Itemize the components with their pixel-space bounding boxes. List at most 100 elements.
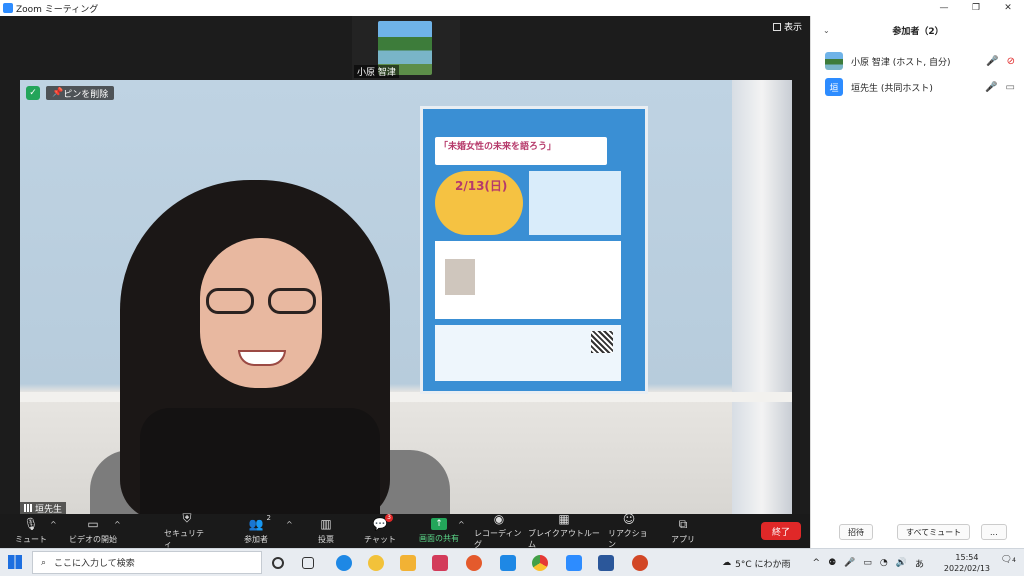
chat-button[interactable]: 💬 3 チャット bbox=[364, 513, 396, 548]
participants-options-caret-icon[interactable]: ^ bbox=[286, 520, 293, 529]
participant-row[interactable]: 小原 智津 (ホスト, 自分) 🎤 ⊘ bbox=[825, 50, 1015, 72]
participant-name: 小原 智津 (ホスト, 自分) bbox=[851, 57, 951, 68]
grid-icon bbox=[772, 22, 781, 31]
close-button[interactable]: ✕ bbox=[992, 0, 1024, 16]
view-button[interactable]: 表示 bbox=[772, 20, 802, 33]
record-button[interactable]: ◉ レコーディング bbox=[474, 511, 524, 550]
task-view-icon[interactable] bbox=[302, 557, 314, 569]
polls-button[interactable]: ▥ 投票 bbox=[312, 514, 340, 548]
more-options-button[interactable]: ... bbox=[981, 524, 1007, 540]
zoom-meeting-window: Zoom ミーティング — ❐ ✕ 小原 智津 表示 「未婚女性の未来を語ろう」… bbox=[0, 0, 1024, 576]
bar-chart-icon: ▥ bbox=[320, 517, 332, 531]
share-screen-button[interactable]: ↑ 画面の共有 bbox=[416, 514, 462, 548]
security-button[interactable]: ⛨ セキュリティ bbox=[164, 511, 210, 549]
video-options-caret-icon[interactable]: ^ bbox=[114, 520, 121, 529]
chevron-up-icon[interactable]: ^ bbox=[813, 558, 821, 568]
store-icon[interactable] bbox=[432, 555, 448, 571]
participant-row[interactable]: 垣 垣先生 (共同ホスト) 🎤 ▭ bbox=[825, 76, 1015, 98]
minimize-button[interactable]: — bbox=[928, 0, 960, 16]
reactions-button[interactable]: ☺ リアクション bbox=[608, 511, 650, 550]
notification-icon[interactable]: 🗨4 bbox=[1001, 555, 1016, 565]
video-off-icon: ▭ bbox=[87, 517, 99, 531]
signal-bars-icon bbox=[24, 504, 32, 512]
zoom-taskbar-icon[interactable] bbox=[566, 555, 582, 571]
record-label: レコーディング bbox=[474, 529, 522, 549]
app-icon[interactable] bbox=[466, 555, 482, 571]
main-video[interactable]: 「未婚女性の未来を語ろう」 2/13(日) ✓ 📌 ピンを削除 bbox=[20, 80, 792, 514]
speaker-name: 垣先生 bbox=[35, 504, 63, 515]
unpin-button[interactable]: 📌 ピンを削除 bbox=[46, 86, 115, 100]
mute-button[interactable]: 🎙 ミュート bbox=[14, 514, 48, 548]
maximize-button[interactable]: ❐ bbox=[960, 0, 992, 16]
chat-badge: 3 bbox=[385, 513, 393, 522]
speaker-name-tag: 垣先生 bbox=[20, 502, 67, 515]
participant-status-icons: 🎤 ▭ bbox=[985, 82, 1015, 93]
title-bar: Zoom ミーティング — ❐ ✕ bbox=[0, 0, 1024, 16]
battery-icon[interactable]: ▭ bbox=[863, 558, 872, 568]
clock[interactable]: 15:54 2022/02/13 bbox=[944, 552, 990, 574]
clock-date: 2022/02/13 bbox=[943, 564, 990, 573]
mute-options-caret-icon[interactable]: ^ bbox=[50, 520, 57, 529]
mute-all-button[interactable]: すべてミュート bbox=[897, 524, 971, 540]
people-icon[interactable]: ⚉ bbox=[828, 558, 836, 568]
ime-indicator[interactable]: あ bbox=[915, 557, 924, 570]
participant-avatar: 垣 bbox=[825, 78, 843, 96]
thumbnail-video[interactable]: 小原 智津 bbox=[352, 16, 460, 80]
taskbar-search-box[interactable]: ⌕ ここに入力して検索 bbox=[32, 551, 262, 574]
word-icon[interactable] bbox=[598, 555, 614, 571]
chrome-icon[interactable] bbox=[532, 555, 548, 571]
participants-label: 参加者 bbox=[244, 534, 268, 544]
video-area: 小原 智津 表示 「未婚女性の未来を語ろう」 2/13(日) ✓ 📌 ピンを削除… bbox=[0, 16, 810, 515]
mute-label: ミュート bbox=[15, 534, 47, 544]
cortana-icon[interactable] bbox=[272, 557, 284, 569]
start-video-button[interactable]: ▭ ビデオの開始 bbox=[68, 514, 118, 548]
invite-button[interactable]: 招待 bbox=[839, 524, 873, 540]
file-explorer-icon[interactable] bbox=[400, 555, 416, 571]
microphone-icon[interactable]: 🎤 bbox=[986, 56, 998, 67]
poster-date-bubble: 2/13(日) bbox=[435, 171, 523, 235]
windows-taskbar: ⌕ ここに入力して検索 ☁ 5°C にわか雨 ^ ⚉ 🎤 ▭ ◔ 🔊 あ 15:… bbox=[0, 548, 1024, 576]
share-options-caret-icon[interactable]: ^ bbox=[458, 520, 465, 529]
mail-icon[interactable] bbox=[500, 555, 516, 571]
participants-panel: ⌄ 参加者（2） 小原 智津 (ホスト, 自分) 🎤 ⊘ 垣 垣先生 (共同ホス… bbox=[810, 16, 1024, 548]
panel-title: 参加者（2） bbox=[892, 27, 944, 37]
weather-text[interactable]: 5°C にわか雨 bbox=[735, 557, 790, 570]
poster-qr-code bbox=[591, 331, 613, 353]
ie-icon[interactable] bbox=[368, 555, 384, 571]
poster-title: 「未婚女性の未来を語ろう」 bbox=[439, 142, 557, 152]
participants-button[interactable]: 👥 2 参加者 bbox=[238, 514, 274, 548]
video-camera-icon[interactable]: ▭ bbox=[1006, 82, 1015, 93]
microphone-icon: 🎙 bbox=[23, 517, 39, 531]
edge-icon[interactable] bbox=[336, 555, 352, 571]
video-off-icon[interactable]: ⊘ bbox=[1007, 56, 1015, 67]
thumbnail-name: 小原 智津 bbox=[354, 65, 399, 78]
participants-count: 2 bbox=[266, 513, 271, 522]
shield-icon[interactable]: ✓ bbox=[26, 86, 40, 100]
window-title: Zoom ミーティング bbox=[16, 4, 99, 15]
windows-start-icon[interactable] bbox=[8, 555, 22, 569]
end-meeting-button[interactable]: 終了 bbox=[761, 522, 801, 540]
notification-count: 4 bbox=[1012, 557, 1016, 564]
share-arrow-icon: ↑ bbox=[431, 518, 447, 530]
record-icon: ◉ bbox=[493, 511, 505, 526]
smiley-icon: ☺ bbox=[622, 511, 636, 526]
poster-text-box bbox=[529, 171, 621, 235]
powerpoint-icon[interactable] bbox=[632, 555, 648, 571]
wifi-icon[interactable]: ◔ bbox=[880, 558, 888, 568]
microphone-icon[interactable]: 🎤 bbox=[844, 558, 855, 568]
search-icon: ⌕ bbox=[41, 557, 47, 568]
volume-icon[interactable]: 🔊 bbox=[896, 558, 907, 568]
apps-button[interactable]: ⧉ アプリ bbox=[670, 514, 696, 548]
microphone-icon[interactable]: 🎤 bbox=[985, 82, 997, 93]
participant-status-icons: 🎤 ⊘ bbox=[986, 56, 1015, 67]
speaker-person bbox=[90, 180, 450, 514]
panel-actions: 招待 すべてミュート ... bbox=[811, 524, 1024, 544]
participant-name: 垣先生 (共同ホスト) bbox=[851, 83, 933, 94]
breakout-rooms-button[interactable]: ▦ ブレイクアウトルーム bbox=[528, 512, 600, 550]
clock-time: 15:54 bbox=[955, 553, 979, 562]
poster-date: 2/13(日) bbox=[455, 179, 508, 193]
weather-icon[interactable]: ☁ bbox=[722, 558, 731, 568]
pin-icon: 📌 bbox=[52, 88, 64, 98]
participant-avatar bbox=[825, 52, 843, 70]
share-label: 画面の共有 bbox=[419, 534, 459, 543]
